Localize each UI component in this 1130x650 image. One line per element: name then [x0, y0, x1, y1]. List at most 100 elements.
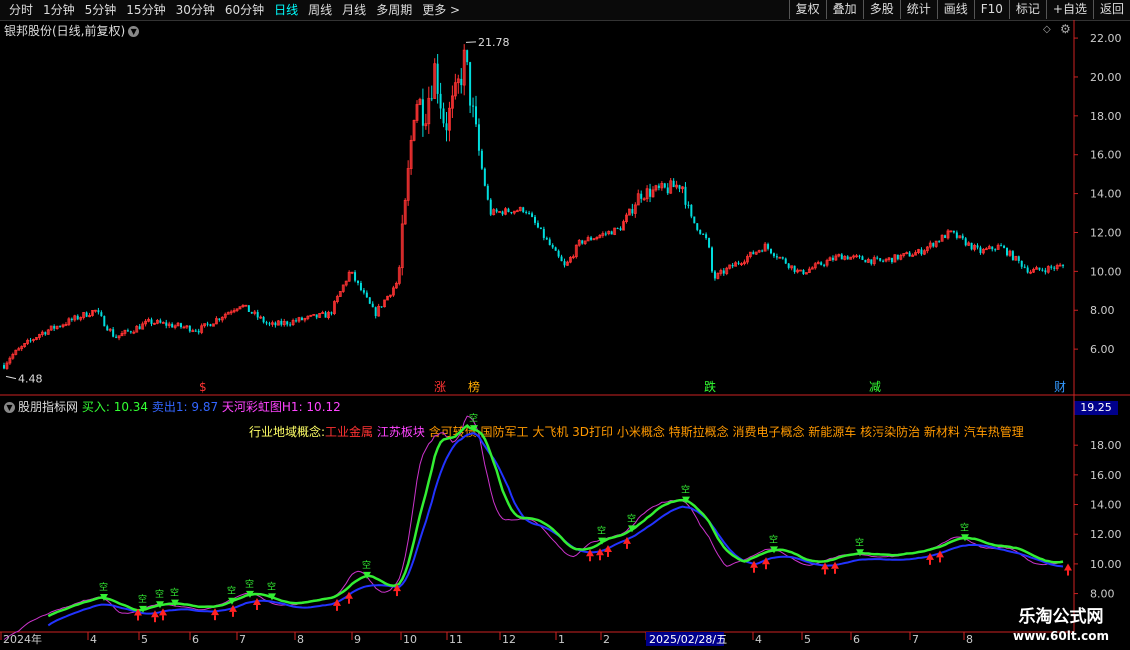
signal-label: 空 [245, 578, 254, 590]
candle-body [1026, 267, 1029, 273]
candle-body [324, 312, 327, 318]
candle-body [442, 108, 445, 124]
candle-body [666, 187, 669, 194]
candle-body [767, 244, 770, 249]
candle-body [772, 253, 775, 257]
candle-body [274, 322, 277, 326]
candle-body [106, 326, 109, 331]
event-marker: 涨 [434, 379, 446, 394]
candle-body [53, 326, 56, 329]
ind-y-tick-label: 14.00 [1090, 499, 1122, 512]
candle-body [536, 222, 539, 228]
chart-canvas[interactable]: 22.0020.0018.0016.0014.0012.0010.008.006… [0, 0, 1130, 650]
candle-body [663, 183, 666, 188]
x-axis-label: 7 [912, 633, 919, 646]
x-axis-label: 8 [297, 633, 304, 646]
candle-body [640, 193, 643, 199]
logo-url: www.60lt.com [1012, 629, 1110, 643]
candle-body [374, 307, 377, 317]
candle-body [979, 247, 982, 253]
x-axis-label: 2 [603, 633, 610, 646]
candle-body [486, 185, 489, 200]
ind-y-tick-label: 10.00 [1090, 558, 1122, 571]
candle-body [268, 323, 271, 325]
candle-body [138, 326, 141, 330]
x-axis-label: 1 [558, 633, 565, 646]
y-tick-label: 14.00 [1090, 188, 1122, 201]
candle-body [3, 365, 5, 369]
candle-body [359, 282, 362, 291]
candle-body [858, 255, 861, 257]
site-logo: 乐淘公式网 www.60lt.com [992, 606, 1130, 650]
candle-body [752, 252, 755, 255]
signal-label: 空 [681, 484, 690, 496]
candle-body [300, 317, 303, 321]
signal-label: 空 [267, 580, 276, 592]
candle-body [59, 326, 62, 328]
x-axis-label: 12 [502, 633, 516, 646]
signal-label: 空 [960, 521, 969, 533]
candle-body [690, 204, 693, 217]
candle-body [159, 320, 162, 323]
candle-body [882, 260, 885, 262]
candle-body [483, 168, 486, 186]
candle-body [436, 63, 439, 94]
candle-body [439, 93, 442, 109]
candle-body [563, 261, 566, 266]
candle-body [610, 231, 613, 235]
x-axis-label: 2024年 [3, 632, 42, 646]
candle-body [657, 185, 660, 188]
candle-body [315, 314, 318, 318]
candle-body [70, 318, 73, 320]
candle-body [531, 213, 534, 217]
y-tick-label: 18.00 [1090, 110, 1122, 123]
candle-body [890, 257, 893, 263]
candle-body [1062, 265, 1065, 267]
candle-body [991, 246, 994, 250]
y-tick-label: 10.00 [1090, 265, 1122, 278]
candle-body [684, 186, 687, 205]
event-marker: 跌 [704, 379, 716, 394]
candle-body [44, 332, 47, 335]
candle-body [150, 319, 153, 324]
event-marker: 财 [1054, 380, 1066, 394]
candle-body [218, 318, 221, 320]
candle-body [295, 320, 298, 322]
candle-body [188, 325, 191, 332]
candle-body [616, 228, 619, 230]
x-axis-label: 4 [755, 633, 762, 646]
candle-body [699, 229, 702, 234]
x-axis-label: 11 [449, 633, 463, 646]
candle-body [696, 223, 699, 230]
candle-body [554, 247, 557, 251]
candle-body [581, 240, 584, 244]
candle-body [787, 263, 790, 268]
candle-body [823, 264, 826, 266]
candle-body [831, 257, 834, 260]
candle-body [256, 312, 259, 318]
candle-body [970, 242, 973, 250]
candle-body [522, 207, 525, 212]
logo-name: 乐淘公式网 [1018, 607, 1104, 627]
candle-body [964, 238, 967, 246]
candle-body [781, 257, 784, 259]
candle-body [206, 323, 209, 325]
signal-label: 空 [597, 525, 606, 537]
candle-body [548, 239, 551, 246]
candle-body [209, 324, 212, 327]
candlestick-series [3, 44, 1065, 370]
candle-body [528, 212, 531, 214]
candle-body [702, 233, 705, 235]
candle-body [262, 317, 265, 323]
candle-body [938, 241, 941, 243]
candle-body [1011, 251, 1014, 261]
candle-body [1006, 247, 1008, 256]
y-tick-label: 6.00 [1090, 343, 1115, 356]
signal-label: 空 [138, 593, 147, 605]
candle-body [501, 211, 504, 215]
candle-body [289, 324, 292, 326]
candle-body [371, 303, 374, 308]
candle-body [265, 322, 268, 324]
candle-body [761, 250, 764, 252]
candle-body [510, 212, 513, 214]
